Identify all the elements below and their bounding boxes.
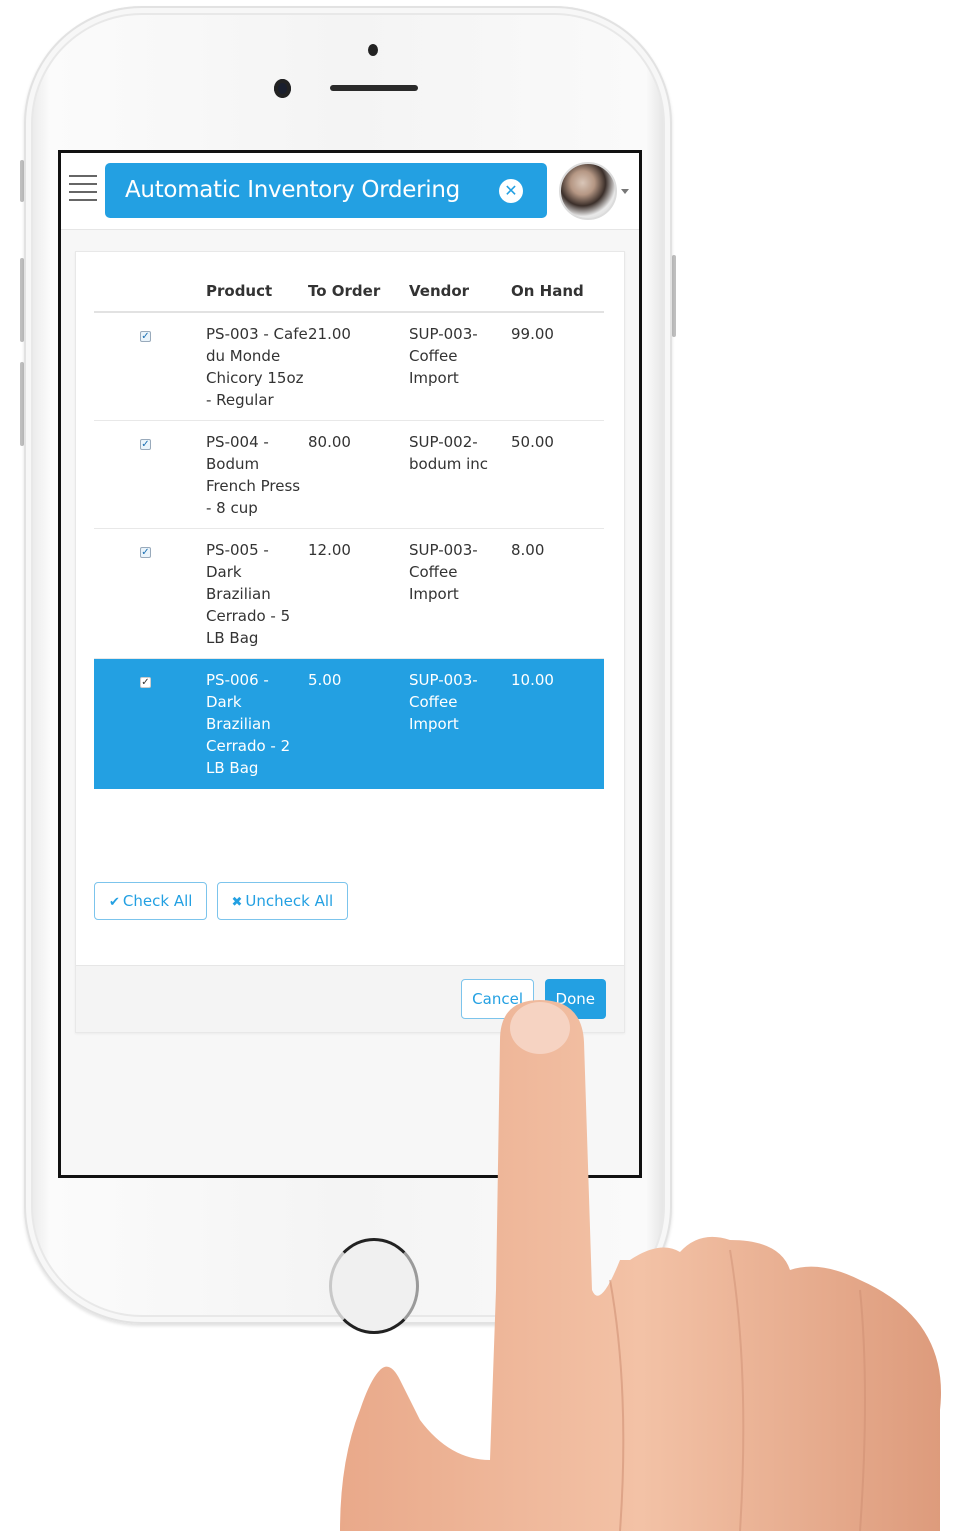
uncheck-all-label: Uncheck All	[245, 892, 334, 910]
product-cell: PS-006 - Dark Brazilian Cerrado - 2 LB B…	[206, 658, 308, 789]
earpiece-speaker	[330, 85, 418, 91]
table-row-selected[interactable]: ✓ PS-006 - Dark Brazilian Cerrado - 2 LB…	[94, 658, 604, 789]
avatar[interactable]	[559, 162, 617, 220]
table-header-row: Product To Order Vendor On Hand	[94, 278, 604, 313]
caret-down-icon[interactable]	[621, 189, 629, 194]
row-checkbox[interactable]: ✓	[140, 439, 151, 450]
vendor-cell: SUP-003-Coffee Import	[409, 658, 511, 789]
page-title: Automatic Inventory Ordering	[125, 177, 460, 203]
bulk-select-actions: ✔ Check All ✖ Uncheck All	[94, 882, 352, 920]
product-cell: PS-003 - Cafe du Monde Chicory 15oz - Re…	[206, 312, 308, 421]
column-header-vendor[interactable]: Vendor	[409, 278, 511, 313]
close-icon[interactable]: ✕	[499, 179, 523, 203]
to-order-cell: 12.00	[308, 528, 409, 659]
check-icon: ✔	[109, 895, 120, 910]
vendor-cell: SUP-003-Coffee Import	[409, 312, 511, 421]
inventory-order-dialog: Product To Order Vendor On Hand ✓ PS-003…	[75, 251, 625, 1033]
column-header-select	[94, 278, 206, 313]
table-row[interactable]: ✓ PS-003 - Cafe du Monde Chicory 15oz - …	[94, 312, 604, 421]
to-order-cell: 80.00	[308, 420, 409, 529]
row-checkbox[interactable]: ✓	[140, 331, 151, 342]
to-order-cell: 21.00	[308, 312, 409, 421]
pointing-hand-image	[340, 1000, 941, 1531]
table-row[interactable]: ✓ PS-004 - Bodum French Press - 8 cup 80…	[94, 420, 604, 529]
table-row[interactable]: ✓ PS-005 - Dark Brazilian Cerrado - 5 LB…	[94, 528, 604, 659]
on-hand-cell: 50.00	[511, 420, 604, 529]
row-checkbox[interactable]: ✓	[140, 547, 151, 558]
index-finger	[340, 1000, 941, 1531]
product-cell: PS-005 - Dark Brazilian Cerrado - 5 LB B…	[206, 528, 308, 659]
x-icon: ✖	[231, 895, 243, 910]
proximity-sensor	[368, 44, 378, 56]
product-cell: PS-004 - Bodum French Press - 8 cup	[206, 420, 308, 529]
uncheck-all-button[interactable]: ✖ Uncheck All	[216, 882, 349, 920]
top-bar: Automatic Inventory Ordering ✕	[61, 153, 639, 230]
front-camera	[274, 79, 291, 98]
hamburger-icon[interactable]	[69, 175, 97, 205]
page-title-bar: Automatic Inventory Ordering ✕	[105, 163, 547, 218]
vendor-cell: SUP-003-Coffee Import	[409, 528, 511, 659]
column-header-to-order[interactable]: To Order	[308, 278, 409, 313]
fingernail	[510, 1002, 570, 1054]
power-button	[672, 255, 676, 337]
to-order-cell: 5.00	[308, 658, 409, 789]
on-hand-cell: 10.00	[511, 658, 604, 789]
on-hand-cell: 8.00	[511, 528, 604, 659]
row-checkbox[interactable]: ✓	[140, 677, 151, 688]
inventory-table: Product To Order Vendor On Hand ✓ PS-003…	[94, 278, 604, 789]
check-all-button[interactable]: ✔ Check All	[94, 882, 208, 920]
column-header-product[interactable]: Product	[206, 278, 308, 313]
on-hand-cell: 99.00	[511, 312, 604, 421]
check-all-label: Check All	[122, 892, 193, 910]
vendor-cell: SUP-002-bodum inc	[409, 420, 511, 529]
column-header-on-hand[interactable]: On Hand	[511, 278, 604, 313]
